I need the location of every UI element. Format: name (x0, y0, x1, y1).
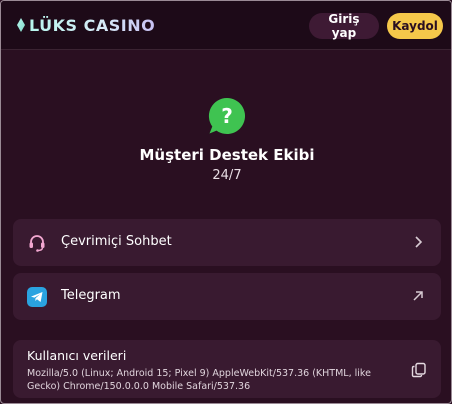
logo[interactable]: LÜKS CASINO (17, 14, 155, 36)
live-chat-card[interactable]: Çevrimiçi Sohbet (13, 219, 441, 266)
telegram-label: Telegram (61, 288, 121, 303)
login-button[interactable]: Giriş yap (309, 12, 379, 40)
whatsapp-question-icon: ? (208, 97, 246, 134)
arrow-up-right-icon (413, 291, 423, 301)
gem-icon (17, 18, 25, 32)
support-title: Müşteri Destek Ekibi (139, 146, 315, 164)
headset-icon (29, 235, 45, 252)
user-data-card: Kullanıcı verileri Mozilla/5.0 (Linux; A… (13, 340, 441, 398)
svg-text:?: ? (221, 104, 233, 128)
user-data-title: Kullanıcı verileri (27, 348, 127, 363)
logo-text: LÜKS CASINO (29, 15, 156, 35)
support-hours: 24/7 (212, 168, 242, 183)
app-frame: LÜKS CASINO Giriş yap Kaydol ? Müşteri D… (0, 0, 452, 404)
telegram-card[interactable]: Telegram (13, 273, 441, 320)
user-agent-text: Mozilla/5.0 (Linux; Android 15; Pixel 9)… (27, 368, 371, 392)
chevron-right-icon (415, 236, 423, 248)
live-chat-label: Çevrimiçi Sohbet (61, 234, 172, 249)
register-button[interactable]: Kaydol (387, 13, 443, 39)
copy-icon[interactable] (411, 362, 427, 378)
top-bar: LÜKS CASINO Giriş yap Kaydol (1, 1, 451, 50)
telegram-icon (27, 287, 47, 307)
